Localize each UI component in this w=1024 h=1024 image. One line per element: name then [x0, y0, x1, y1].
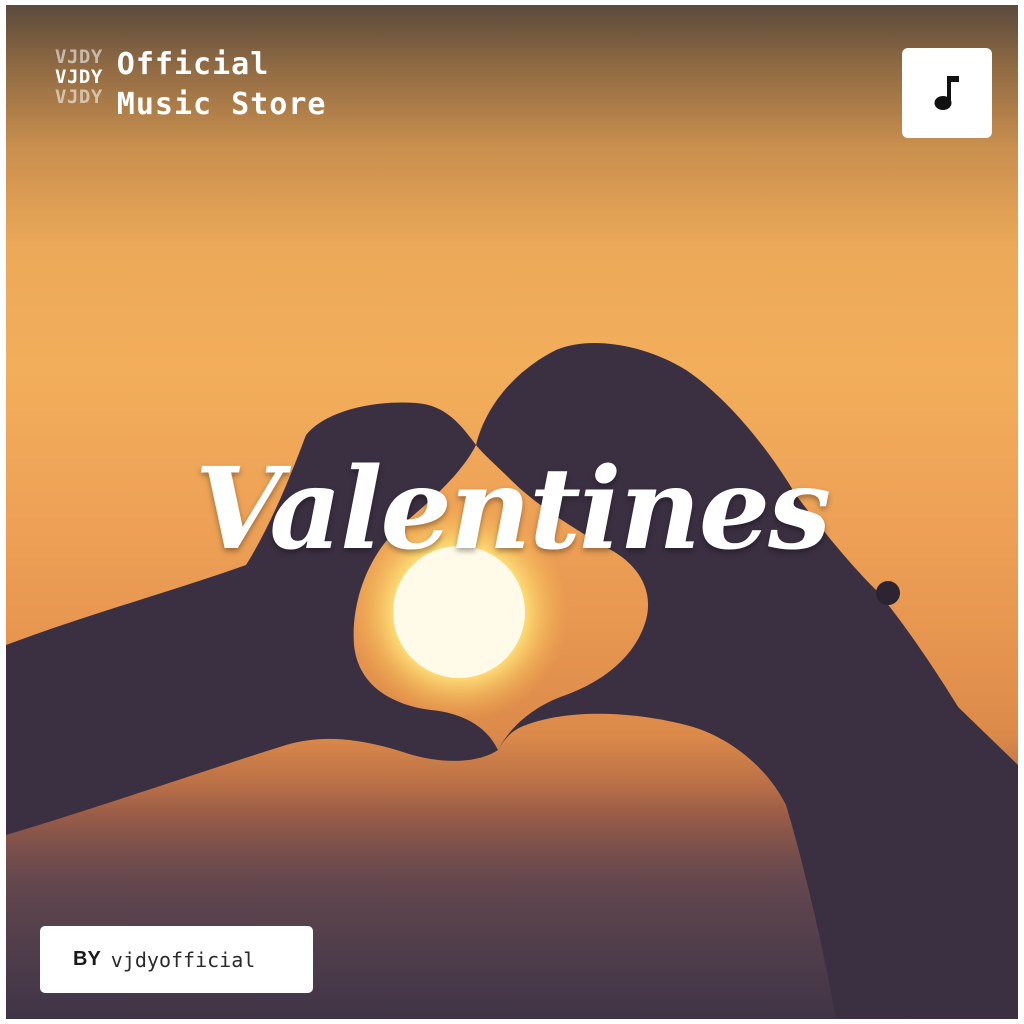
author-name: vjdyofficial: [110, 947, 256, 972]
album-cover: VJDY VJDY VJDY Official Music Store Vale…: [6, 5, 1018, 1019]
brand-name-line-1: Official: [116, 47, 270, 82]
brand-mark-line-3: VJDY: [55, 86, 103, 108]
cover-frame: VJDY VJDY VJDY Official Music Store Vale…: [0, 0, 1024, 1024]
brand-name-line-2: Music Store: [116, 87, 327, 122]
music-note-icon: [934, 76, 959, 110]
music-button[interactable]: [902, 48, 992, 138]
bracelet: [876, 581, 900, 605]
brand-logo-mark: VJDY VJDY VJDY: [55, 47, 103, 107]
cover-title: Valentines: [194, 444, 831, 575]
brand-header: VJDY VJDY VJDY Official Music Store: [55, 47, 326, 125]
brand-name: Official Music Store: [117, 45, 327, 125]
brand-mark-line-1: VJDY: [55, 46, 103, 68]
author-badge[interactable]: BY vjdyofficial: [40, 926, 313, 993]
brand-mark-line-2: VJDY: [55, 66, 103, 88]
author-by-label: BY: [73, 948, 101, 970]
